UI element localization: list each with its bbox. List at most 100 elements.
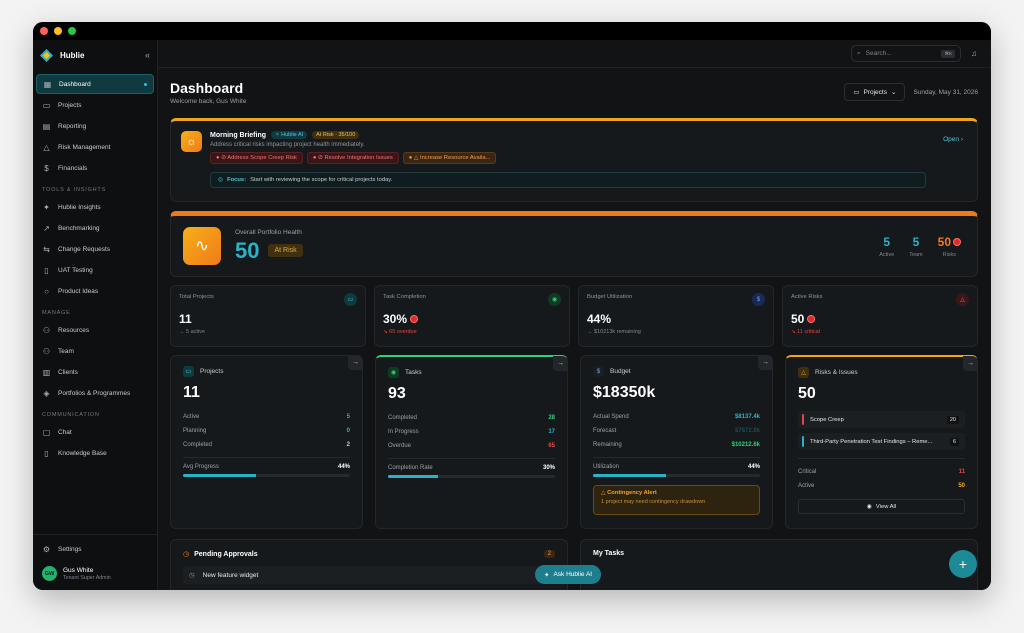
sidebar-item-label: Hublie Insights <box>58 203 101 211</box>
zoom-window-button[interactable] <box>68 27 76 35</box>
tag-scope-creep[interactable]: ● ⊘ Address Scope Creep Risk <box>210 152 303 164</box>
card-title: Tasks <box>405 369 422 376</box>
kpi-value: 11 <box>179 312 192 326</box>
lightbulb-icon: ○ <box>44 286 49 296</box>
kpi-budget-utilization[interactable]: Budget Utilization $ 44% → $10213k remai… <box>578 285 774 347</box>
kpi-task-completion[interactable]: Task Completion ◉ 30% ↘ 65 overdue <box>374 285 570 347</box>
tag-resource[interactable]: ● △ Increase Resource Availa... <box>402 152 497 164</box>
risk-item[interactable]: Scope Creep 20 <box>798 411 965 428</box>
progress-label: Utilization <box>593 464 620 470</box>
row-completed: Completed 2 <box>183 438 350 452</box>
tasks-summary-card: → ◉ Tasks 93 Completed 28 In Progress 17 O… <box>375 355 568 529</box>
sidebar-item-settings[interactable]: ⚙ Settings <box>36 539 154 559</box>
add-button[interactable]: + <box>949 550 977 578</box>
kpi-sub: ↘ 65 overdue <box>383 329 417 335</box>
contingency-alert[interactable]: △ Contingency Alert 1 project may need c… <box>593 485 760 515</box>
sidebar-item-dashboard[interactable]: ▦ Dashboard <box>36 74 154 94</box>
projects-filter-button[interactable]: ▭ Projects ⌄ <box>844 83 906 101</box>
swap-icon: ⇆ <box>43 244 50 254</box>
active-indicator <box>144 82 147 86</box>
progress-bar <box>593 474 760 477</box>
dollar-icon: $ <box>44 163 49 173</box>
progress-fill <box>593 474 667 477</box>
building-icon: ▥ <box>42 367 51 377</box>
kpi-label: Total Projects <box>179 294 214 300</box>
report-icon: ▤ <box>42 121 51 131</box>
approval-item[interactable]: ◷ New feature widget <box>183 566 555 584</box>
top-bar: ⌕ Search... ⌘K ♫ <box>158 40 991 68</box>
avatar: GW <box>42 566 57 581</box>
stat-label: Active <box>879 251 895 258</box>
row-label: Active <box>183 414 200 420</box>
row-critical: Critical 11 <box>798 465 965 479</box>
sidebar-item-knowledge-base[interactable]: ▯ Knowledge Base <box>36 443 154 463</box>
sidebar-item-portfolios[interactable]: ◈ Portfolios & Programmes <box>36 383 154 403</box>
card-title: Risks & Issues <box>815 369 858 376</box>
ai-badge: ✧ Hublie AI <box>271 131 308 139</box>
alert-text: 1 project may need contingency drawdown <box>601 499 706 505</box>
title-bar <box>33 22 991 40</box>
sidebar-item-risk-management[interactable]: △ Risk Management <box>36 137 154 157</box>
sidebar-item-team[interactable]: ⚇ Team <box>36 341 154 361</box>
sidebar-item-reporting[interactable]: ▤ Reporting <box>36 116 154 136</box>
sidebar-item-uat-testing[interactable]: ▯ UAT Testing <box>36 260 154 280</box>
view-all-button[interactable]: ◉ View All <box>798 499 965 514</box>
sidebar-item-label: Dashboard <box>59 80 91 88</box>
arrow-right-icon[interactable]: → <box>348 355 363 370</box>
close-window-button[interactable] <box>40 27 48 35</box>
sidebar-item-product-ideas[interactable]: ○ Product Ideas <box>36 281 154 301</box>
book-icon: ▯ <box>44 448 49 458</box>
brand[interactable]: Hublie « <box>33 40 157 70</box>
bell-icon[interactable]: ♫ <box>971 49 977 58</box>
view-all-label: View All <box>875 503 897 510</box>
clock-icon: ◷ <box>183 551 190 558</box>
tag-label: Address Scope Creep Risk <box>227 155 297 161</box>
sidebar-item-chat[interactable]: ▢ Chat <box>36 422 154 442</box>
alert-dot <box>807 315 816 323</box>
sidebar-item-benchmarking[interactable]: ↗ Benchmarking <box>36 218 154 238</box>
ask-ai-button[interactable]: ✦ Ask Hublie AI <box>535 565 602 584</box>
health-stats: 5 Active 5 Team 50 Risks <box>879 235 961 258</box>
risk-item[interactable]: Third-Party Penetration Test Findings – … <box>798 433 965 450</box>
sidebar-item-hublie-insights[interactable]: ✦ Hublie Insights <box>36 197 154 217</box>
folder-icon: ▭ <box>344 293 357 306</box>
kpi-label: Active Risks <box>791 294 823 300</box>
row-label: Planning <box>183 428 207 434</box>
search-placeholder: Search... <box>865 50 892 57</box>
search-input[interactable]: ⌕ Search... ⌘K <box>851 45 961 62</box>
approval-title: New feature widget <box>202 571 259 579</box>
open-briefing-link[interactable]: Open › <box>943 136 963 143</box>
kpi-row: Total Projects ▭ 11 → 5 active Task Comp… <box>170 285 978 347</box>
card-title: My Tasks <box>593 550 624 557</box>
sidebar-item-change-requests[interactable]: ⇆ Change Requests <box>36 239 154 259</box>
collapse-sidebar-icon[interactable]: « <box>145 50 150 60</box>
risk-label: Third-Party Penetration Test Findings – … <box>810 438 933 445</box>
row-remaining: Remaining $10212.6k <box>593 438 760 452</box>
box-icon: ◈ <box>43 388 50 398</box>
user-profile[interactable]: GW Gus White Tenant Super Admin <box>33 560 157 590</box>
row-value: 17 <box>548 429 555 435</box>
arrow-right-icon[interactable]: → <box>553 356 568 371</box>
sidebar-item-resources[interactable]: ⚇ Resources <box>36 320 154 340</box>
sidebar-item-label: Projects <box>58 101 82 109</box>
kpi-active-risks[interactable]: Active Risks △ 50 ↘ 11 critical <box>782 285 978 347</box>
row-planning: Planning 0 <box>183 424 350 438</box>
progress-bar <box>388 475 555 478</box>
sidebar-item-clients[interactable]: ▥ Clients <box>36 362 154 382</box>
kpi-sub: → $10213k remaining <box>587 329 641 335</box>
row-label: Forecast <box>593 428 617 434</box>
target-icon: ◎ <box>218 177 224 183</box>
minimize-window-button[interactable] <box>54 27 62 35</box>
sidebar-item-label: Clients <box>58 368 78 376</box>
tag-integration[interactable]: ● ⊘ Resolve Integration Issues <box>306 152 399 164</box>
kpi-total-projects[interactable]: Total Projects ▭ 11 → 5 active <box>170 285 366 347</box>
risk-count: 6 <box>949 437 959 446</box>
user-role: Tenant Super Admin <box>63 574 111 581</box>
sidebar-item-financials[interactable]: $ Financials <box>36 158 154 178</box>
kpi-label: Budget Utilization <box>587 294 633 300</box>
kpi-value: 44% <box>587 312 612 326</box>
check-circle-icon: ◉ <box>388 367 399 378</box>
sidebar-item-projects[interactable]: ▭ Projects <box>36 95 154 115</box>
arrow-right-icon[interactable]: → <box>758 355 773 370</box>
arrow-right-icon[interactable]: → <box>963 356 978 371</box>
